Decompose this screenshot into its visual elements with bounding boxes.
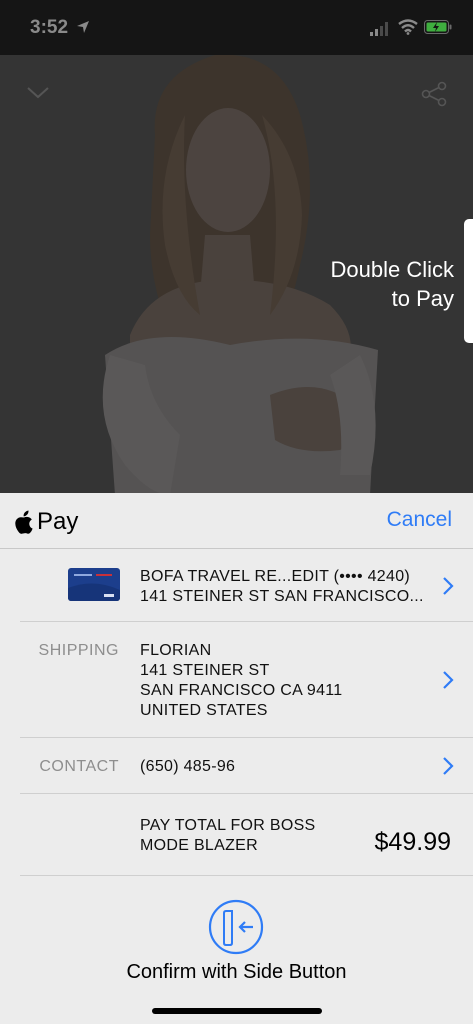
contact-label: CONTACT <box>39 758 119 775</box>
double-click-hint-line2: to Pay <box>391 286 454 311</box>
sheet-header: Pay Cancel <box>0 493 473 549</box>
status-bar: 3:52 <box>0 0 473 55</box>
chevron-right-icon <box>443 757 454 775</box>
wifi-icon <box>398 19 418 35</box>
chevron-down-icon[interactable] <box>26 85 50 101</box>
cellular-signal-icon <box>370 22 388 36</box>
shipping-address: FLORIAN 141 STEINER ST SAN FRANCISCO CA … <box>140 641 343 721</box>
contact-phone: (650) 485-96 <box>140 758 236 775</box>
shipping-street: 141 STEINER ST <box>140 662 270 679</box>
card-billing-address: 141 STEINER ST SAN FRANCISCO... <box>140 588 424 605</box>
shipping-country: UNITED STATES <box>140 702 268 719</box>
double-click-hint-line1: Double Click <box>330 257 455 282</box>
location-arrow-icon <box>77 21 89 33</box>
shipping-city: SAN FRANCISCO CA 9411 <box>140 682 343 699</box>
shipping-row[interactable]: SHIPPING FLORIAN 141 STEINER ST SAN FRAN… <box>0 622 473 738</box>
payment-card-row[interactable]: BOFA TRAVEL RE...EDIT (•••• 4240) 141 ST… <box>0 549 473 622</box>
contact-row[interactable]: CONTACT (650) 485-96 <box>0 738 473 794</box>
total-line2: MODE BLAZER <box>140 837 258 854</box>
side-button-indicator <box>464 219 473 343</box>
double-click-hint: Double Click to Pay <box>331 255 455 313</box>
total-amount: $49.99 <box>374 828 451 856</box>
apple-pay-logo: Pay <box>14 507 78 537</box>
shipping-name: FLORIAN <box>140 642 212 659</box>
card-info: BOFA TRAVEL RE...EDIT (•••• 4240) 141 ST… <box>140 567 424 607</box>
apple-icon <box>15 510 33 534</box>
credit-card-image <box>68 568 120 601</box>
total-description: PAY TOTAL FOR BOSS MODE BLAZER <box>140 816 316 856</box>
row-divider <box>20 875 473 876</box>
share-icon[interactable] <box>420 81 448 107</box>
apple-pay-sheet: Pay Cancel BOFA TRAVEL RE...EDIT (•••• 4… <box>0 493 473 1024</box>
total-line1: PAY TOTAL FOR BOSS <box>140 817 316 834</box>
status-time: 3:52 <box>30 17 69 38</box>
pay-wordmark: Pay <box>37 508 79 535</box>
shipping-label: SHIPPING <box>38 642 119 659</box>
confirm-with-side-button-label: Confirm with Side Button <box>126 961 347 983</box>
total-row: PAY TOTAL FOR BOSS MODE BLAZER $49.99 <box>0 794 473 876</box>
home-indicator[interactable] <box>152 1008 322 1014</box>
battery-charging-icon <box>424 20 452 34</box>
product-photo: Double Click to Pay <box>0 55 473 495</box>
cancel-button[interactable]: Cancel <box>387 508 452 532</box>
side-button-icon <box>208 899 264 955</box>
card-name: BOFA TRAVEL RE...EDIT (•••• 4240) <box>140 568 411 585</box>
chevron-right-icon <box>443 577 454 595</box>
chevron-right-icon <box>443 671 454 689</box>
